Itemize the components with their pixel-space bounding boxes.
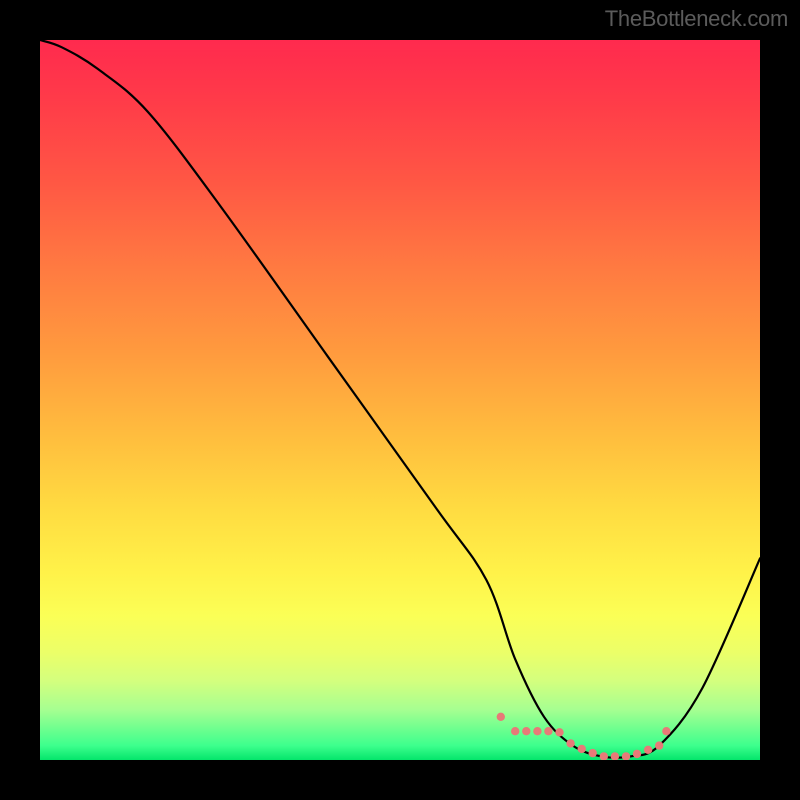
flat-zone-dot: [655, 741, 663, 749]
flat-zone-dot: [644, 746, 652, 754]
flat-zone-dot: [578, 745, 586, 753]
flat-zone-dot: [589, 749, 597, 757]
flat-zone-dot: [533, 727, 541, 735]
flat-zone-dot: [622, 752, 630, 760]
flat-zone-dot: [511, 727, 519, 735]
flat-zone-dot: [497, 713, 505, 721]
bottleneck-curve-path: [40, 40, 760, 758]
flat-zone-dot: [566, 739, 574, 747]
bottleneck-curve-svg: [40, 40, 760, 760]
flat-zone-dots: [497, 713, 671, 760]
watermark-text: TheBottleneck.com: [605, 6, 788, 32]
flat-zone-dot: [633, 750, 641, 758]
flat-zone-dot: [662, 727, 670, 735]
flat-zone-dot: [522, 727, 530, 735]
flat-zone-dot: [611, 752, 619, 760]
flat-zone-dot: [544, 727, 552, 735]
plot-area: [40, 40, 760, 760]
flat-zone-dot: [600, 752, 608, 760]
flat-zone-dot: [555, 728, 563, 736]
